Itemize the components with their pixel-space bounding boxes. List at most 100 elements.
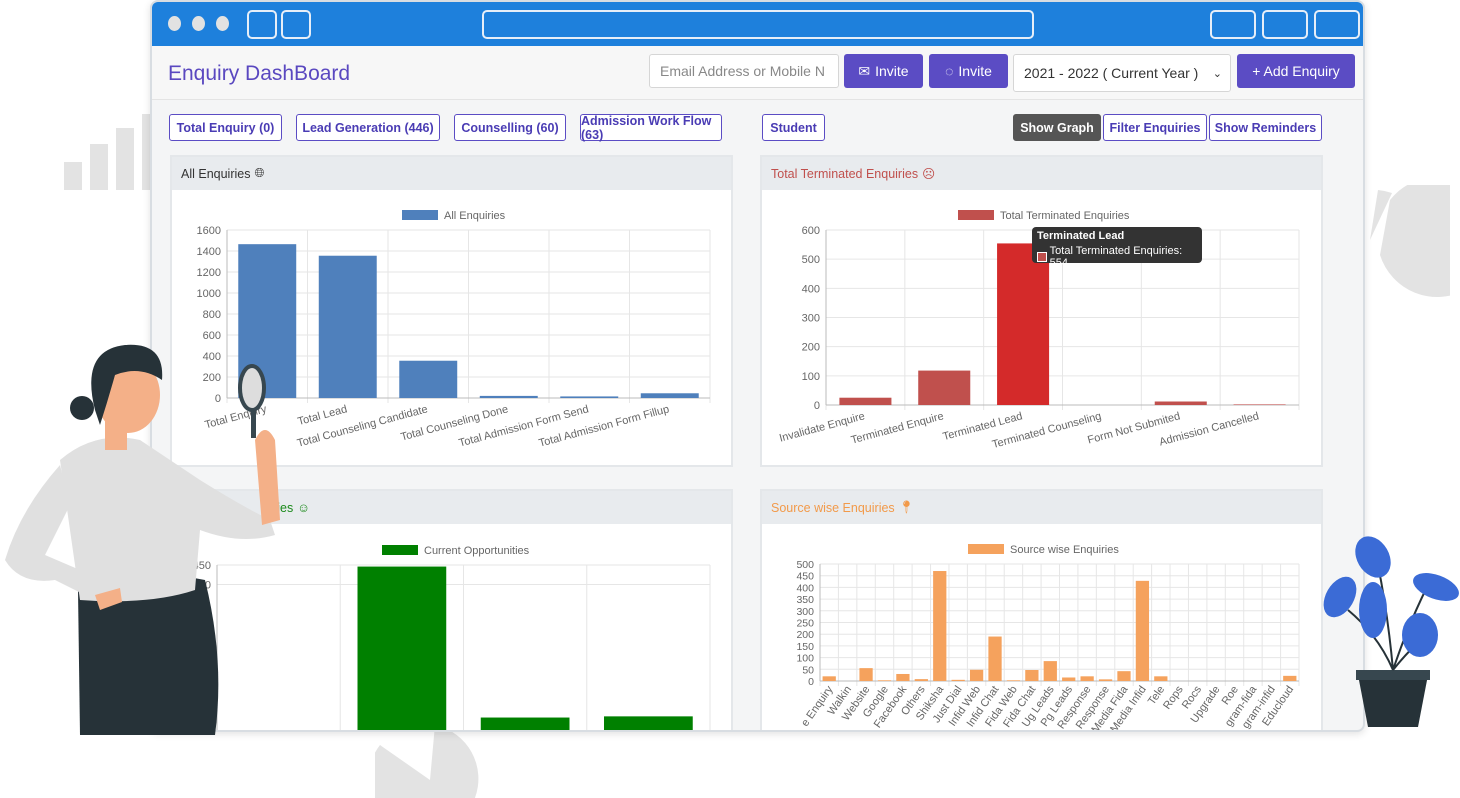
bar [1098, 679, 1113, 681]
bar [1080, 676, 1094, 681]
bar [479, 395, 538, 398]
window-dot[interactable] [168, 16, 181, 31]
bar [1043, 661, 1057, 681]
y-tick-label: 300 [802, 313, 820, 325]
source-wise-chart: Source wise Enquiries 0501001502002503003… [796, 544, 1300, 730]
bar [918, 370, 971, 405]
bar [951, 679, 965, 681]
y-tick-label: 1000 [197, 288, 221, 300]
y-tick-label: 450 [796, 571, 814, 583]
whatsapp-icon: ◌ [945, 63, 954, 79]
page-title: Enquiry DashBoard [168, 62, 351, 85]
filter-enquiries-button[interactable]: Filter Enquiries [1103, 114, 1207, 141]
y-tick-label: 150 [796, 641, 814, 653]
tab-admission-work-flow[interactable]: Admission Work Flow (63) [580, 114, 722, 142]
tab-total-enquiry[interactable]: Total Enquiry (0) [169, 114, 282, 141]
chart-tooltip: Terminated Lead Total Terminated Enquiri… [1032, 227, 1202, 269]
bar [896, 673, 910, 681]
bar [969, 669, 984, 681]
y-tick-label: 250 [796, 618, 814, 630]
y-tick-label: 50 [802, 664, 814, 676]
bar [1135, 580, 1150, 681]
y-tick-label: 350 [796, 594, 814, 606]
bar [933, 571, 947, 681]
y-tick-label: 0 [808, 676, 814, 688]
envelope-icon: ✉ [858, 62, 871, 79]
browser-window: Enquiry DashBoard Email Address or Mobil… [150, 0, 1365, 732]
panel-header: Total Terminated Enquiries ☹ [762, 157, 1321, 190]
window-button[interactable] [1314, 10, 1360, 39]
legend-label: Current Opportunities [424, 545, 530, 557]
y-tick-label: 200 [796, 629, 814, 641]
email-invite-button[interactable]: ✉ Invite [844, 54, 923, 88]
bar [859, 668, 873, 681]
sad-face-icon: ☹ [922, 167, 936, 181]
y-tick-label: 500 [802, 254, 820, 266]
title-bar [152, 2, 1363, 46]
pie-decoration-icon [1370, 185, 1450, 297]
smile-icon: ☺ [297, 500, 310, 515]
y-tick-label: 400 [796, 582, 814, 594]
y-tick-label: 0 [814, 400, 820, 412]
panel-header: All Enquiries 🌐︎ [172, 157, 731, 190]
bar [399, 360, 458, 398]
y-tick-label: 400 [802, 283, 820, 295]
y-tick-label: 200 [802, 342, 820, 354]
chevron-down-icon: ⌄ [1212, 67, 1222, 80]
show-graph-button[interactable]: Show Graph [1013, 114, 1101, 141]
invite-input[interactable]: Email Address or Mobile N [649, 54, 839, 88]
bar [357, 566, 447, 730]
bar [640, 393, 699, 398]
x-tick-label: Rops [1161, 683, 1186, 711]
y-tick-label: 600 [802, 225, 820, 237]
bar [560, 396, 619, 398]
y-tick-label: 1400 [197, 246, 221, 258]
page-header: Enquiry DashBoard Email Address or Mobil… [152, 46, 1363, 100]
address-bar[interactable] [482, 10, 1034, 39]
legend-swatch [1037, 252, 1047, 262]
woman-illustration [5, 344, 280, 735]
y-tick-label: 800 [203, 309, 221, 321]
window-button[interactable] [1262, 10, 1308, 39]
x-tick-label: Total Lead [296, 403, 348, 428]
bar [1233, 404, 1286, 405]
show-reminders-button[interactable]: Show Reminders [1209, 114, 1322, 141]
window-dot[interactable] [216, 16, 229, 31]
back-button[interactable] [247, 10, 277, 39]
plant-illustration [1323, 536, 1459, 727]
legend-label: Total Terminated Enquiries [1000, 210, 1130, 222]
tab-counselling[interactable]: Counselling (60) [454, 114, 566, 141]
y-tick-label: 1600 [197, 225, 221, 237]
bar [1154, 401, 1207, 405]
y-tick-label: 300 [796, 606, 814, 618]
tab-student[interactable]: Student [762, 114, 825, 141]
legend-label: All Enquiries [444, 210, 506, 222]
year-select[interactable]: 2021 - 2022 ( Current Year ) ⌄ [1013, 54, 1231, 92]
legend-swatch [402, 210, 438, 220]
panel-terminated-enquiries: Total Terminated Enquiries ☹ Total Termin… [760, 155, 1323, 467]
legend-swatch [382, 545, 418, 555]
bar [1006, 680, 1021, 681]
bar [822, 676, 836, 681]
map-pin-icon: 📍︎ [898, 500, 915, 514]
window-dot[interactable] [192, 16, 205, 31]
add-enquiry-button[interactable]: + Add Enquiry [1237, 54, 1355, 88]
legend-swatch [968, 544, 1004, 554]
bar [1283, 675, 1297, 681]
panel-header: Source wise Enquiries 📍︎ [762, 491, 1321, 524]
bar [988, 636, 1002, 681]
legend-swatch [958, 210, 994, 220]
y-tick-label: 500 [796, 559, 814, 571]
forward-button[interactable] [281, 10, 311, 39]
bar [914, 679, 928, 681]
bar [604, 716, 693, 730]
y-tick-label: 1200 [197, 267, 221, 279]
panel-source-wise-enquiries: Source wise Enquiries 📍︎ Source wise Enqu… [760, 489, 1323, 730]
window-button[interactable] [1210, 10, 1256, 39]
whatsapp-invite-button[interactable]: ◌ Invite [929, 54, 1008, 88]
tab-lead-generation[interactable]: Lead Generation (446) [296, 114, 440, 141]
y-tick-label: 100 [802, 371, 820, 383]
bar [1117, 671, 1131, 681]
y-tick-label: 100 [796, 653, 814, 665]
pie-decoration-bottom-icon [375, 725, 479, 798]
